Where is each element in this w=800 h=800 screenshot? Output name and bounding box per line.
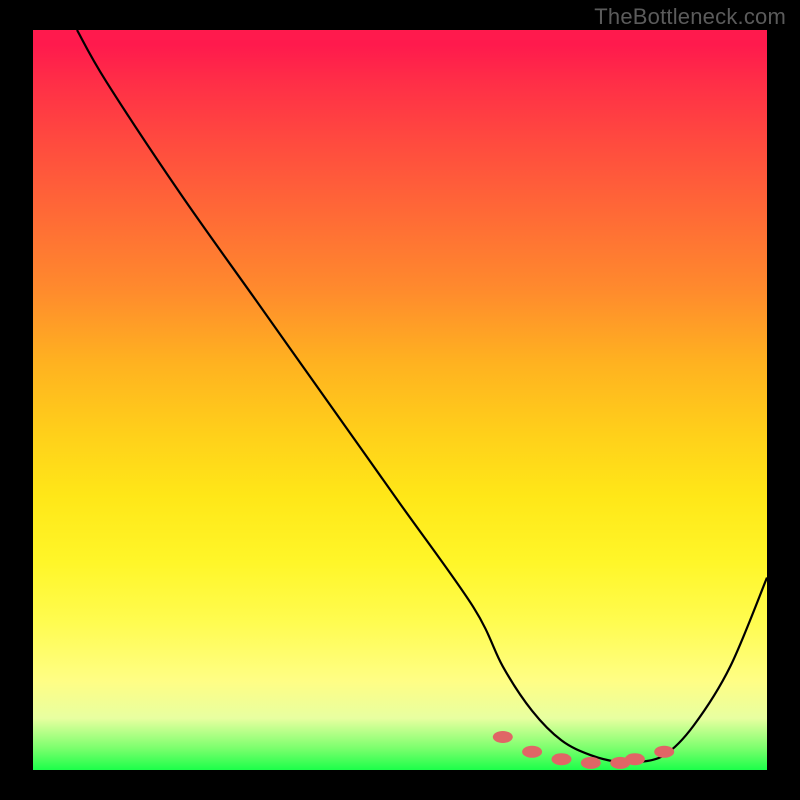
marker-dot — [493, 731, 513, 743]
watermark-text: TheBottleneck.com — [594, 4, 786, 30]
marker-dot — [581, 757, 601, 769]
optimal-range-markers — [33, 30, 767, 770]
chart-frame: TheBottleneck.com — [0, 0, 800, 800]
marker-dot — [625, 753, 645, 765]
marker-dot — [654, 746, 674, 758]
marker-dot — [522, 746, 542, 758]
marker-dot — [552, 753, 572, 765]
plot-area — [33, 30, 767, 770]
